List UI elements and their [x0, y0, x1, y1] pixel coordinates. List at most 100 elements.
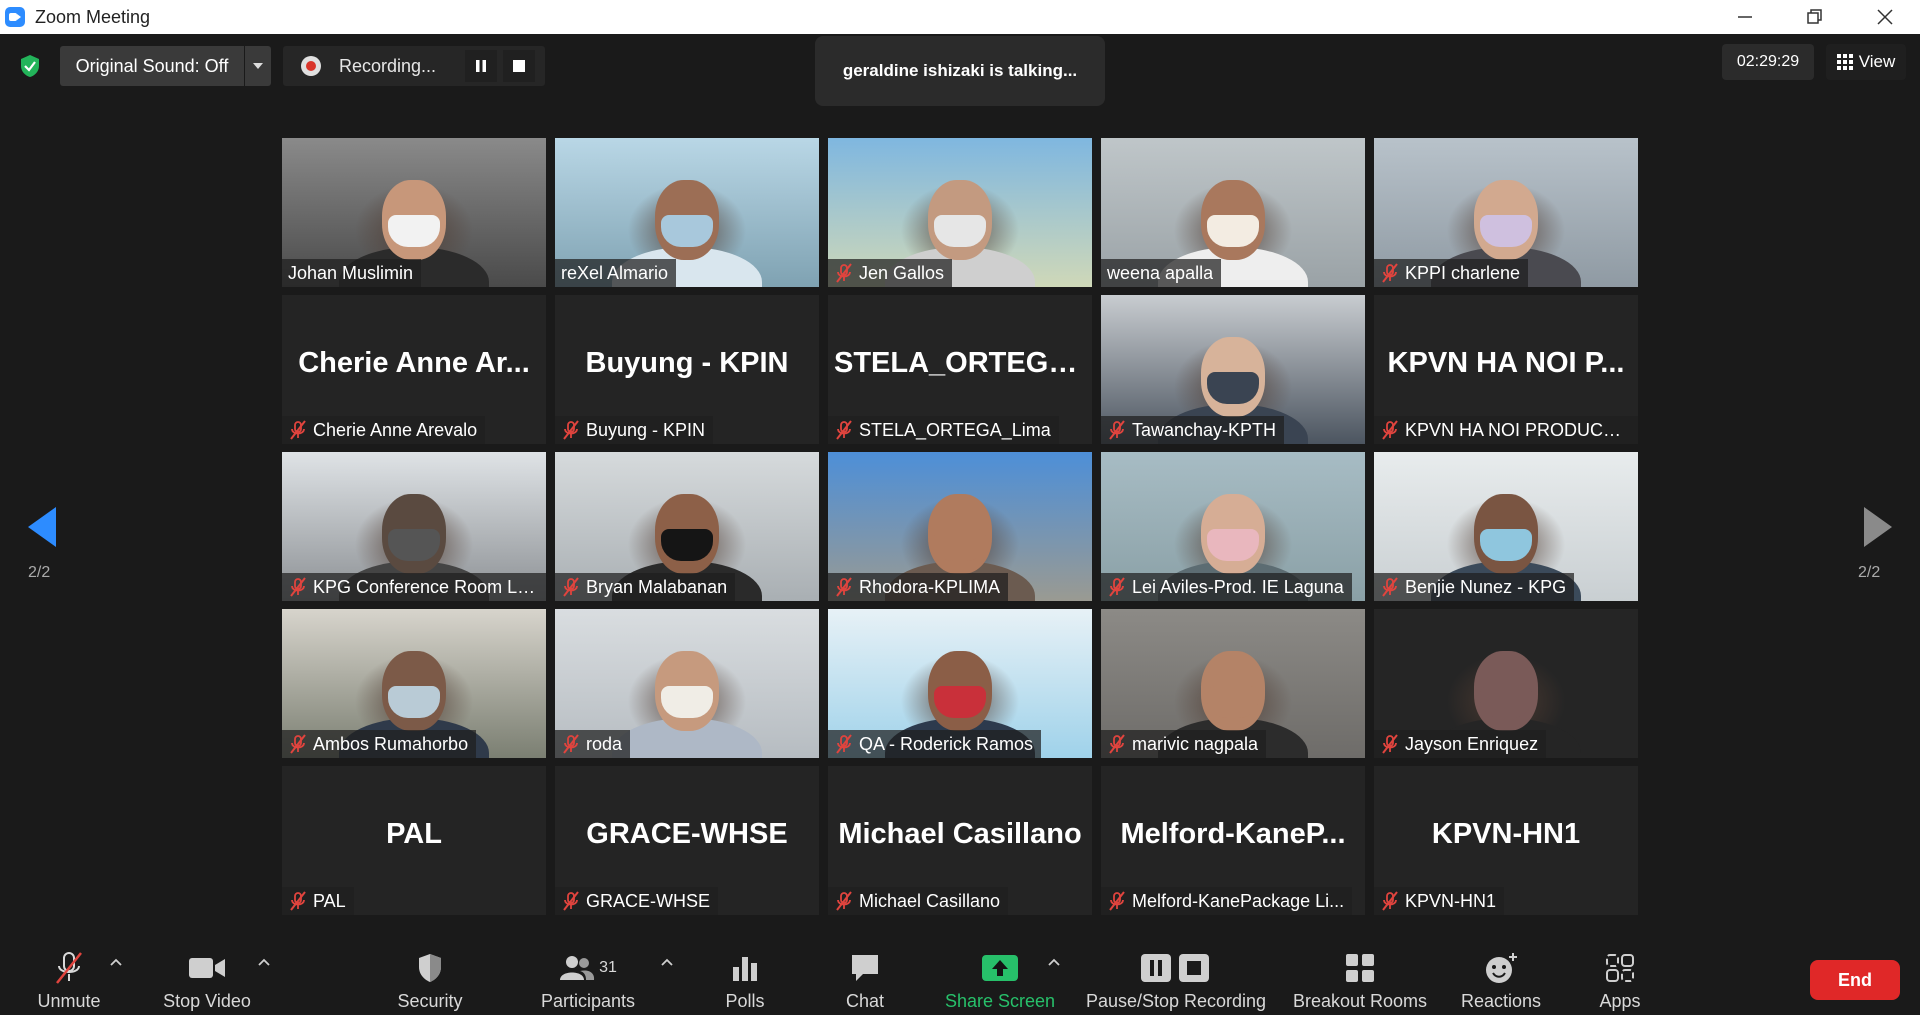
participant-tile[interactable]: Ambos Rumahorbo	[282, 609, 546, 758]
next-page-button[interactable]	[1860, 505, 1894, 549]
breakout-rooms-button[interactable]: Breakout Rooms	[1290, 940, 1430, 1015]
chevron-up-icon	[258, 958, 270, 966]
participant-name: KPVN-HN1	[1405, 890, 1497, 911]
participant-tile[interactable]: Tawanchay-KPTH	[1101, 295, 1365, 444]
share-options-caret[interactable]	[1046, 954, 1062, 970]
participant-display-name: Melford-KaneP...	[1120, 818, 1346, 850]
participant-tile[interactable]: Cherie Anne Ar... Cherie Anne Arevalo	[282, 295, 546, 444]
minimize-button[interactable]	[1710, 0, 1780, 34]
video-options-caret[interactable]	[256, 954, 272, 970]
participant-name-tag: Lei Aviles-Prod. IE Laguna	[1101, 573, 1352, 601]
view-label: View	[1858, 52, 1896, 71]
zoom-app-icon	[5, 7, 25, 27]
participant-tile[interactable]: reXel Almario	[555, 138, 819, 287]
muted-microphone-icon	[563, 577, 579, 597]
participant-tile[interactable]: KPG Conference Room La...	[282, 452, 546, 601]
participant-name-tag: Buyung - KPIN	[555, 416, 714, 444]
close-button[interactable]	[1850, 0, 1920, 34]
apps-label: Apps	[1599, 991, 1641, 1011]
security-button[interactable]: Security	[390, 940, 470, 1015]
microphone-muted-icon	[52, 948, 86, 988]
stop-recording-button[interactable]	[503, 50, 535, 82]
reactions-button[interactable]: Reactions	[1455, 940, 1547, 1015]
participant-name: reXel Almario	[561, 262, 669, 283]
participant-video-mask	[661, 529, 713, 562]
restore-icon	[1807, 9, 1822, 24]
muted-microphone-icon	[563, 734, 579, 754]
participant-name: Cherie Anne Arevalo	[313, 419, 478, 440]
participant-name: Ambos Rumahorbo	[313, 733, 469, 754]
window-title: Zoom Meeting	[35, 6, 151, 27]
participant-video-mask	[934, 529, 986, 562]
participant-tile[interactable]: Lei Aviles-Prod. IE Laguna	[1101, 452, 1365, 601]
participant-name: weena apalla	[1107, 262, 1214, 283]
muted-microphone-icon	[563, 891, 579, 911]
participant-video-mask	[934, 686, 986, 719]
polls-bar-chart-icon	[731, 948, 759, 988]
close-icon	[1877, 9, 1893, 25]
participant-tile[interactable]: Jayson Enriquez	[1374, 609, 1638, 758]
participant-display-name: KPVN HA NOI P...	[1387, 347, 1625, 379]
participant-tile[interactable]: PAL PAL	[282, 766, 546, 915]
participant-display-name: PAL	[386, 818, 442, 850]
pause-stop-recording-button[interactable]: Pause/Stop Recording	[1083, 940, 1269, 1015]
participant-name-tag: Tawanchay-KPTH	[1101, 416, 1285, 444]
apps-button[interactable]: Apps	[1595, 940, 1645, 1015]
participant-name: KPPI charlene	[1405, 262, 1521, 283]
participant-tile[interactable]: STELA_ORTEGA... STELA_ORTEGA_Lima	[828, 295, 1092, 444]
original-sound-button[interactable]: Original Sound: Off	[60, 46, 244, 86]
participant-tile[interactable]: Johan Muslimin	[282, 138, 546, 287]
participant-display-name: STELA_ORTEGA...	[834, 347, 1092, 379]
chevron-up-icon	[661, 958, 673, 966]
participant-tile[interactable]: Michael Casillano Michael Casillano	[828, 766, 1092, 915]
participant-tile[interactable]: roda	[555, 609, 819, 758]
participants-button[interactable]: 31 Participants	[536, 940, 640, 1015]
muted-microphone-icon	[836, 891, 852, 911]
view-button[interactable]: View	[1826, 44, 1906, 80]
previous-page-button[interactable]	[26, 505, 60, 549]
participant-name: KPG Conference Room La...	[313, 576, 538, 597]
active-speaker-label: geraldine ishizaki is talking...	[842, 61, 1078, 80]
participant-tile[interactable]: Jen Gallos	[828, 138, 1092, 287]
stop-video-label: Stop Video	[163, 991, 251, 1011]
chat-button[interactable]: Chat	[835, 940, 895, 1015]
muted-microphone-icon	[836, 420, 852, 440]
participant-tile[interactable]: Benjie Nunez - KPG	[1374, 452, 1638, 601]
restore-button[interactable]	[1780, 0, 1850, 34]
participant-tile[interactable]: Bryan Malabanan	[555, 452, 819, 601]
polls-button[interactable]: Polls	[715, 940, 775, 1015]
participant-tile[interactable]: KPPI charlene	[1374, 138, 1638, 287]
encryption-shield-icon[interactable]	[16, 52, 44, 80]
participant-video-mask	[388, 686, 440, 719]
breakout-rooms-icon	[1345, 948, 1375, 988]
muted-microphone-icon	[836, 577, 852, 597]
arrow-right-icon	[1864, 507, 1892, 547]
participant-tile[interactable]: Buyung - KPIN Buyung - KPIN	[555, 295, 819, 444]
audio-options-caret[interactable]	[108, 954, 124, 970]
stop-video-button[interactable]: Stop Video	[155, 940, 259, 1015]
participant-tile[interactable]: weena apalla	[1101, 138, 1365, 287]
participant-tile[interactable]: KPVN-HN1 KPVN-HN1	[1374, 766, 1638, 915]
recording-panel: Recording...	[283, 46, 545, 86]
pause-recording-button[interactable]	[465, 50, 497, 82]
grid-view-icon	[1836, 54, 1853, 70]
participants-options-caret[interactable]	[659, 954, 675, 970]
muted-microphone-icon	[1382, 263, 1398, 283]
meeting-timer: 02:29:29	[1722, 44, 1814, 80]
participant-tile[interactable]: KPVN HA NOI P... KPVN HA NOI PRODUCTI...	[1374, 295, 1638, 444]
participant-tile[interactable]: Rhodora-KPLIMA	[828, 452, 1092, 601]
participant-tile[interactable]: marivic nagpala	[1101, 609, 1365, 758]
participant-tile[interactable]: QA - Roderick Ramos	[828, 609, 1092, 758]
participant-tile[interactable]: GRACE-WHSE GRACE-WHSE	[555, 766, 819, 915]
original-sound-label: Original Sound: Off	[75, 55, 229, 76]
participant-tile[interactable]: Melford-KaneP... Melford-KanePackage Li..…	[1101, 766, 1365, 915]
share-screen-button[interactable]: Share Screen	[940, 940, 1060, 1015]
unmute-button[interactable]: Unmute	[30, 940, 108, 1015]
end-meeting-button[interactable]: End	[1810, 960, 1900, 1000]
original-sound-dropdown[interactable]	[245, 46, 271, 86]
participant-name: Jen Gallos	[859, 262, 945, 283]
participant-name: Jayson Enriquez	[1405, 733, 1539, 754]
muted-microphone-icon	[563, 420, 579, 440]
participant-name-tag: KPG Conference Room La...	[282, 573, 546, 601]
participant-name-tag: KPPI charlene	[1374, 259, 1529, 287]
